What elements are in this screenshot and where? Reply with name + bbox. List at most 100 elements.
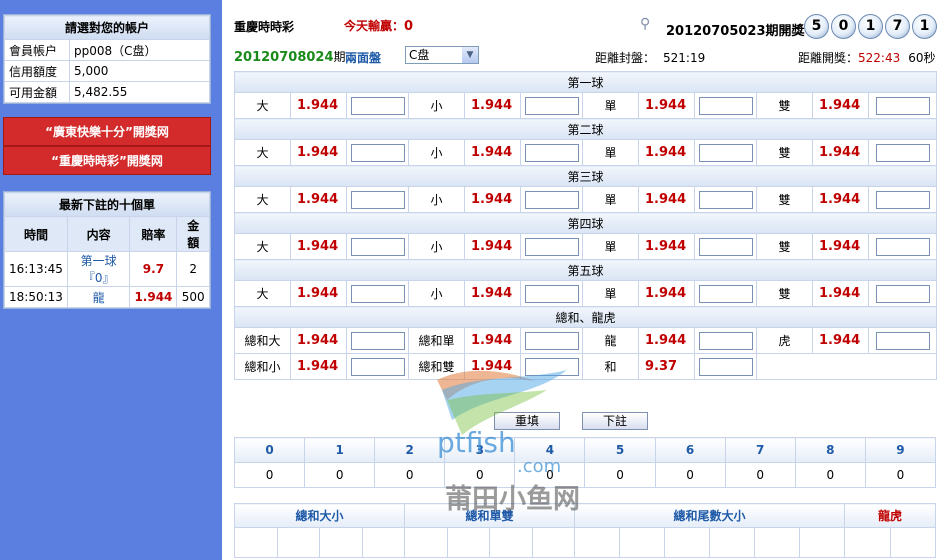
bet-label: 總和單 <box>408 327 465 354</box>
bet-amount-input[interactable] <box>350 190 405 209</box>
bet-amount-cell <box>346 280 409 307</box>
bet-amount-input[interactable] <box>350 331 405 350</box>
bet-odds: 9.37 <box>638 353 695 380</box>
bet-label: 和 <box>582 353 639 380</box>
bet-amount-cell <box>867 139 938 166</box>
tail-digit-header: 1 <box>304 437 376 463</box>
bet-amount-input[interactable] <box>524 357 579 376</box>
result-ball: 1 <box>858 14 883 39</box>
bet-amount-input[interactable] <box>350 237 405 256</box>
bet-amount-input[interactable] <box>875 237 930 256</box>
bet-amount-input[interactable] <box>524 237 579 256</box>
bet-odds: 1.944 <box>638 139 695 166</box>
account-row: 信用額度 5,000 <box>4 60 210 82</box>
plate-select[interactable]: C盘 ▼ <box>405 46 479 64</box>
bet-label: 大 <box>234 139 291 166</box>
board-type-link[interactable]: 兩面盤 <box>345 49 381 66</box>
bet-odds: 1.944 <box>464 186 521 213</box>
chevron-down-icon[interactable]: ▼ <box>462 47 478 63</box>
bet-label: 單 <box>582 186 639 213</box>
result-ball: 1 <box>912 14 937 39</box>
bet-odds: 1.944 <box>812 327 869 354</box>
tail-digit-count: 0 <box>864 462 937 488</box>
tail-digit-count: 0 <box>444 462 516 488</box>
recent-row: 16:13:45 第一球『0』 9.7 2 <box>4 251 210 287</box>
bet-amount-input[interactable] <box>698 96 753 115</box>
tail-digit-header: 9 <box>864 437 937 463</box>
bet-odds: 1.944 <box>638 186 695 213</box>
bet-amount-input[interactable] <box>698 284 753 303</box>
bet-amount-cell <box>694 233 757 260</box>
bet-amount-input[interactable] <box>350 357 405 376</box>
bet-amount-input[interactable] <box>875 96 930 115</box>
bet-label: 雙 <box>756 139 813 166</box>
bet-amount-cell <box>520 139 583 166</box>
history-cell <box>489 527 533 558</box>
bet-amount-cell <box>867 327 938 354</box>
submit-button[interactable]: 下註 <box>582 412 648 430</box>
cq-ssc-link[interactable]: “重慶時時彩”開獎网 <box>3 146 211 175</box>
bet-amount-input[interactable] <box>524 190 579 209</box>
gd-happy10-link[interactable]: “廣東快樂十分”開獎网 <box>3 117 211 146</box>
recent-title: 最新下註的十個單 <box>4 192 210 217</box>
tail-stats-table: 01234567890000000000 <box>233 437 937 488</box>
bet-amount-input[interactable] <box>698 143 753 162</box>
bet-amount-cell <box>346 353 409 380</box>
bet-amount-input[interactable] <box>875 284 930 303</box>
bet-amount-input[interactable] <box>350 96 405 115</box>
odds-table: 第一球大 1.944 小 1.944 單 1.944 雙 1.944 第二球大 1.944 小 1.9… <box>233 71 938 380</box>
bet-amount-cell <box>694 139 757 166</box>
bet-odds: 1.944 <box>290 92 347 119</box>
bet-odds: 1.944 <box>290 280 347 307</box>
bet-row: 總和小 1.944 總和雙 1.944 和 9.37 <box>234 353 938 380</box>
bet-odds: 1.944 <box>290 186 347 213</box>
bet-label: 小 <box>408 233 465 260</box>
bet-amount-cell <box>520 233 583 260</box>
history-cell <box>234 527 278 558</box>
bet-label: 總和大 <box>234 327 291 354</box>
bet-amount-input[interactable] <box>524 143 579 162</box>
bet-label: 大 <box>234 186 291 213</box>
bet-amount-cell <box>520 353 583 380</box>
bet-amount-input[interactable] <box>875 331 930 350</box>
tail-digit-header: 8 <box>794 437 866 463</box>
bet-amount-input[interactable] <box>350 143 405 162</box>
tail-digit-header: 2 <box>374 437 446 463</box>
bet-amount-input[interactable] <box>698 357 753 376</box>
bet-label: 大 <box>234 233 291 260</box>
bet-amount-input[interactable] <box>350 284 405 303</box>
history-cell <box>574 527 620 558</box>
recent-bets-box: 最新下註的十個單 時間 内容 賠率 金額 16:13:45 第一球『0』 9.7… <box>3 191 211 309</box>
history-cell <box>844 527 891 558</box>
bet-label: 小 <box>408 139 465 166</box>
result-ball: 0 <box>831 14 856 39</box>
bet-amount-input[interactable] <box>524 284 579 303</box>
bet-amount-cell <box>867 186 938 213</box>
history-cell <box>889 527 936 558</box>
bet-amount-cell <box>520 280 583 307</box>
bet-odds: 1.944 <box>290 139 347 166</box>
bet-label: 雙 <box>756 92 813 119</box>
game-title: 重慶時時彩 <box>234 20 295 34</box>
bet-odds: 1.944 <box>812 92 869 119</box>
bet-amount-input[interactable] <box>698 331 753 350</box>
section-title: 第五球 <box>233 259 938 281</box>
bet-amount-cell <box>346 186 409 213</box>
tail-digit-count: 0 <box>584 462 656 488</box>
bet-amount-input[interactable] <box>875 143 930 162</box>
bet-odds: 1.944 <box>638 92 695 119</box>
bet-odds: 1.944 <box>464 280 521 307</box>
bet-amount-input[interactable] <box>875 190 930 209</box>
bet-amount-input[interactable] <box>524 96 579 115</box>
tail-digit-count: 0 <box>374 462 446 488</box>
bet-label: 單 <box>582 233 639 260</box>
reset-button[interactable]: 重填 <box>494 412 560 430</box>
bet-amount-input[interactable] <box>524 331 579 350</box>
bet-amount-input[interactable] <box>698 237 753 256</box>
sidebar: 請選對您的帳户 會員帳户 pp008（C盘） 信用額度 5,000 可用金額 5,48… <box>0 0 222 560</box>
bet-amount-cell <box>694 353 757 380</box>
result-ball: 5 <box>804 14 829 39</box>
history-cell <box>619 527 665 558</box>
bet-odds: 1.944 <box>464 353 521 380</box>
bet-amount-input[interactable] <box>698 190 753 209</box>
